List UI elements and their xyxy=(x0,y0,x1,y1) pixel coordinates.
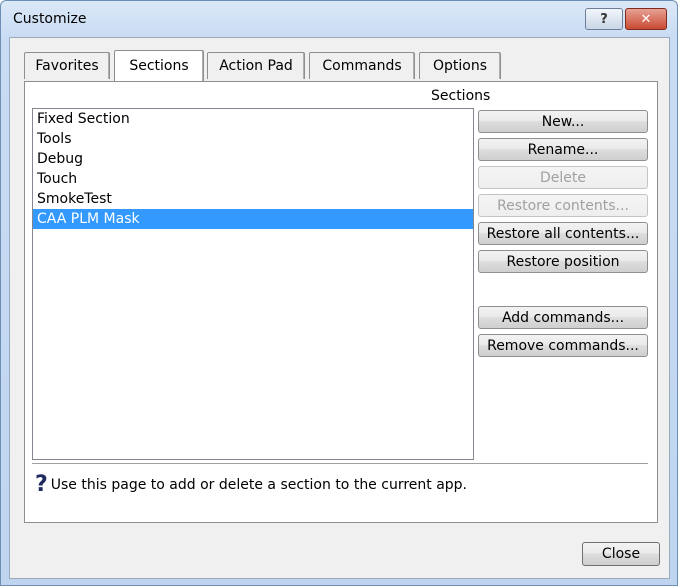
list-item[interactable]: Debug xyxy=(33,149,473,169)
remove-commands-button[interactable]: Remove commands... xyxy=(478,334,648,357)
restore-all-contents-button[interactable]: Restore all contents... xyxy=(478,222,648,245)
divider xyxy=(32,463,648,464)
tab-commands[interactable]: Commands xyxy=(309,52,415,79)
list-item-selected[interactable]: CAA PLM Mask xyxy=(33,209,473,229)
help-hint: ? Use this page to add or delete a secti… xyxy=(35,472,468,497)
tab-options[interactable]: Options xyxy=(419,52,501,79)
help-text: Use this page to add or delete a section… xyxy=(50,477,468,493)
help-button[interactable]: ? xyxy=(585,8,623,30)
restore-contents-button[interactable]: Restore contents... xyxy=(478,194,648,217)
rename-button[interactable]: Rename... xyxy=(478,138,648,161)
tab-favorites[interactable]: Favorites xyxy=(24,52,110,79)
list-item[interactable]: Touch xyxy=(33,169,473,189)
close-button[interactable]: Close xyxy=(582,542,660,566)
customize-dialog: Customize ? ✕ Favorites Sections Action … xyxy=(0,0,678,586)
sections-list-label: Sections xyxy=(431,88,491,104)
help-icon: ? xyxy=(600,11,608,27)
list-item[interactable]: Tools xyxy=(33,129,473,149)
restore-position-button[interactable]: Restore position xyxy=(478,250,648,273)
add-commands-button[interactable]: Add commands... xyxy=(478,306,648,329)
dialog-body: Favorites Sections Action Pad Commands O… xyxy=(9,37,670,579)
tab-action-pad[interactable]: Action Pad xyxy=(207,52,305,79)
title-bar[interactable]: Customize ? ✕ xyxy=(1,1,677,37)
new-button[interactable]: New... xyxy=(478,110,648,133)
sections-listbox[interactable]: Fixed Section Tools Debug Touch SmokeTes… xyxy=(32,108,474,460)
list-item[interactable]: Fixed Section xyxy=(33,109,473,129)
list-item[interactable]: SmokeTest xyxy=(33,189,473,209)
delete-button[interactable]: Delete xyxy=(478,166,648,189)
sections-panel: Sections Fixed Section Tools Debug Touch… xyxy=(24,81,658,523)
dialog-title: Customize xyxy=(13,11,87,27)
window-close-button[interactable]: ✕ xyxy=(625,8,667,30)
tab-sections[interactable]: Sections xyxy=(114,50,204,81)
close-icon: ✕ xyxy=(640,11,652,27)
question-mark-icon: ? xyxy=(35,472,48,497)
